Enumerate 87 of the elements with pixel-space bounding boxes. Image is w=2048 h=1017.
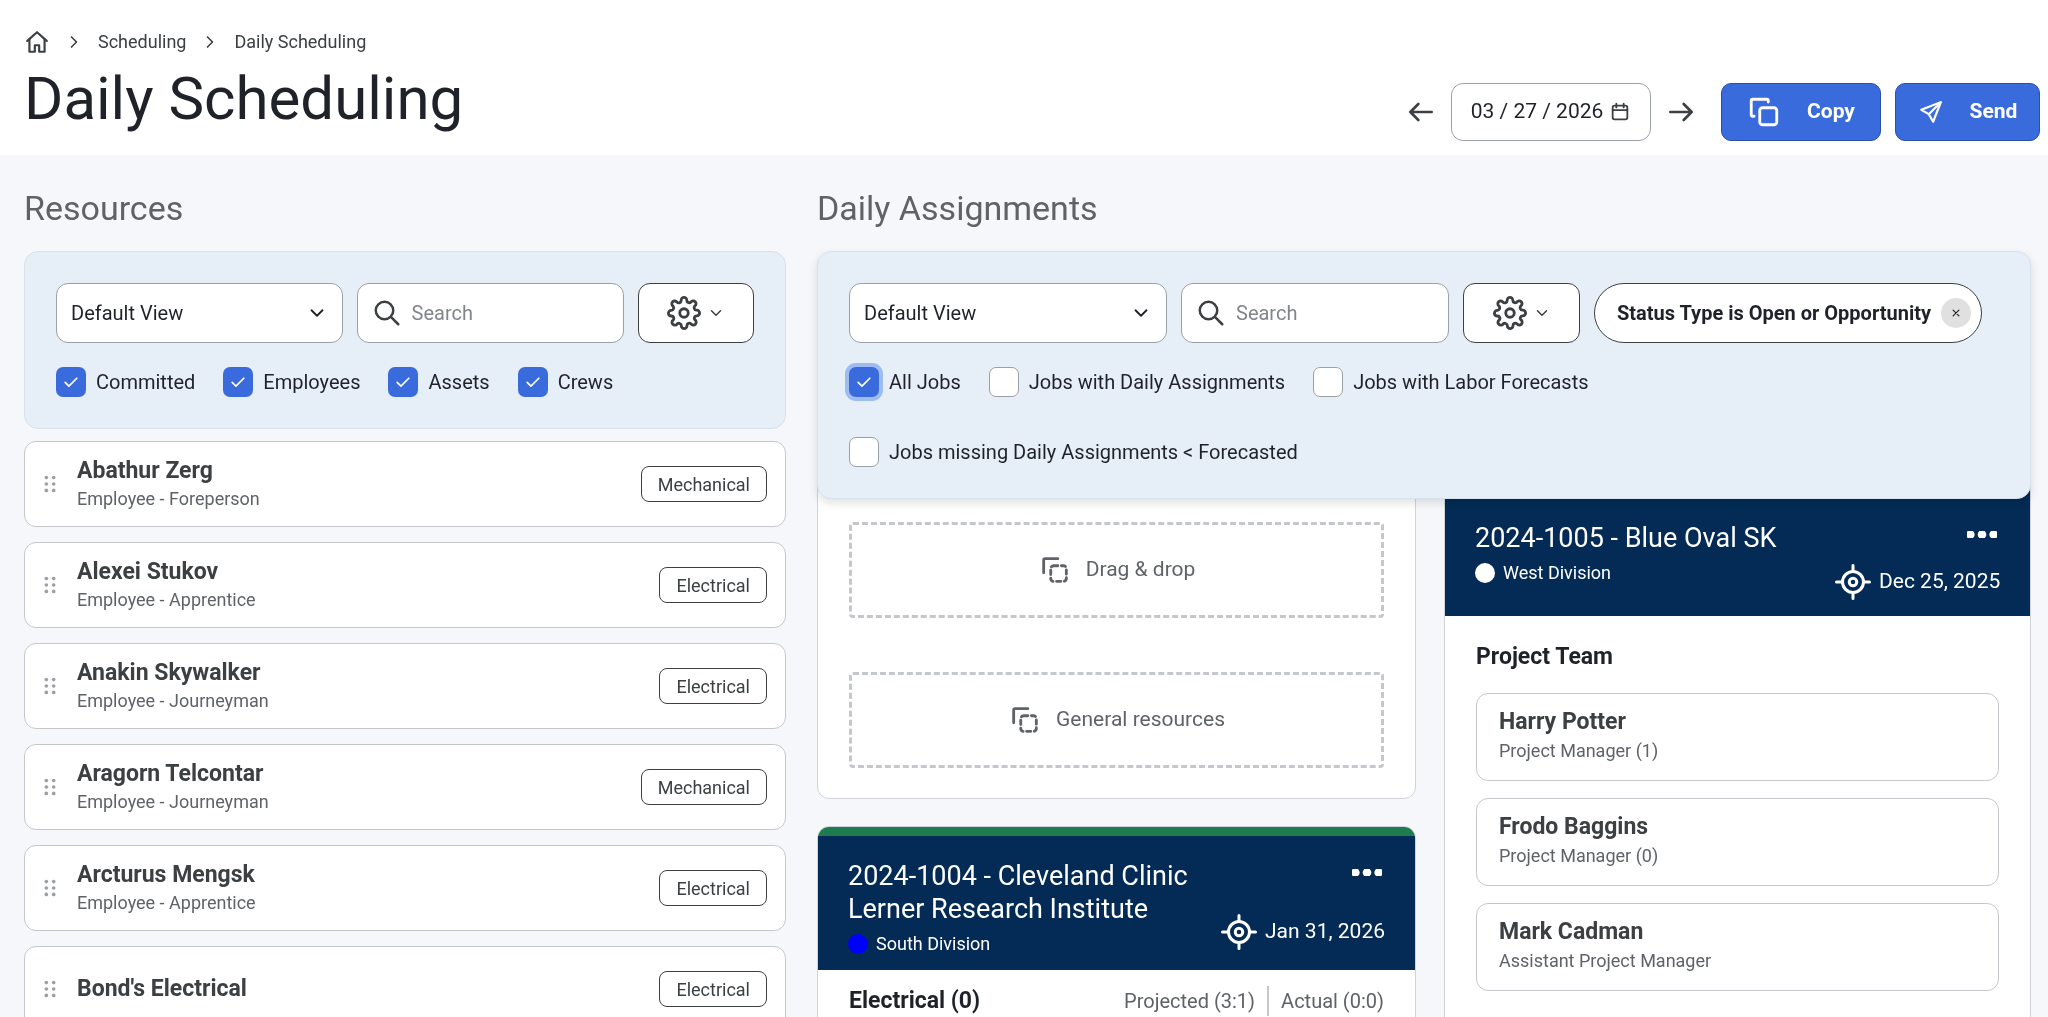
member-name: Mark Cadman [1499,916,1645,947]
home-icon [24,28,50,55]
settings-icon [1492,296,1527,330]
checkbox-label: Crews [557,369,614,396]
projected-count: Projected (3:1) [1124,986,1270,1017]
resource-card[interactable]: Arcturus Mengsk Employee - Apprentice Electrical [24,845,786,931]
checkbox[interactable] [56,367,86,397]
resource-name: Bond's Electrical [77,974,248,1004]
resource-name: Alexei Stukov [77,557,220,587]
more-icon [1352,868,1382,876]
resource-role: Employee - Foreperson [77,487,261,511]
resource-role: Employee - Apprentice [77,588,257,612]
job-title: 2024-1005 - Blue Oval SK [1475,522,1778,555]
section-heading: Resources [24,187,185,230]
resource-card[interactable]: Anakin Skywalker Employee - Journeyman Electrical [24,643,786,729]
checkbox-label: Jobs with Labor Forecasts [1353,369,1589,396]
search-input[interactable]: Search [411,298,609,328]
resource-role: Employee - Journeyman [77,790,270,814]
trade-tag: Electrical [659,567,767,603]
target-icon [1835,564,1871,600]
checkbox[interactable] [1313,367,1344,397]
member-role: Assistant Project Manager [1499,948,1713,973]
member-role: Project Manager (1) [1499,738,1660,763]
settings-button[interactable] [1463,283,1580,343]
resource-card[interactable]: Bond's Electrical Electrical [24,946,786,1017]
checkbox[interactable] [223,367,254,397]
resource-role: Employee - Journeyman [77,689,270,713]
resource-name: Aragorn Telcontar [77,759,265,789]
search-field[interactable]: Search [1181,283,1449,343]
team-member-card[interactable]: Frodo Baggins Project Manager (0) [1476,797,2000,886]
checkbox-label: Assets [428,369,490,396]
trade-tag: Electrical [659,870,767,906]
resource-card[interactable]: Abathur Zerg Employee - Foreperson Mechanical [24,441,786,527]
breadcrumb-link[interactable]: Daily Scheduling [234,28,367,55]
trade-tag: Electrical [659,971,767,1007]
checkbox[interactable] [988,367,1019,397]
section-heading: Daily Assignments [817,187,1099,230]
resource-name: Abathur Zerg [77,456,214,486]
checkbox[interactable] [517,367,548,397]
page-title: Daily Scheduling [24,63,464,135]
resource-name: Arcturus Mengsk [77,860,256,890]
view-select[interactable]: Default View [56,283,343,343]
resource-name: Anakin Skywalker [77,658,262,688]
job-date: Dec 25, 2025 [1879,568,2001,596]
drop-zone[interactable]: General resources [849,672,1384,768]
search-input[interactable]: Search [1236,298,1434,328]
filter-chip[interactable]: Status Type is Open or Opportunity [1594,283,1983,343]
checkbox-label: All Jobs [889,369,961,396]
checkbox-label: Jobs with Daily Assignments [1028,369,1286,396]
more-icon [1967,530,1998,538]
section-title: Electrical (0) [849,986,982,1016]
search-icon [1196,298,1226,328]
team-member-card[interactable]: Mark Cadman Assistant Project Manager [1476,902,2000,991]
settings-button[interactable] [637,283,754,343]
checkbox[interactable] [849,437,879,467]
trade-tag: Mechanical [640,466,767,502]
search-icon [371,298,402,328]
checkbox-label: Employees [263,369,361,396]
settings-icon [666,296,701,330]
checkbox-label: Committed [96,369,196,396]
send-icon [1917,99,1944,125]
date-field[interactable]: 03 / 27 / 2026 [1451,83,1651,141]
resource-card[interactable]: Alexei Stukov Employee - Apprentice Electrical [24,542,786,628]
member-name: Harry Potter [1499,706,1627,737]
job-title: 2024-1004 - Cleveland Clinic Lerner Research Institute [848,860,1189,926]
member-name: Frodo Baggins [1499,811,1650,842]
target-icon [1221,914,1257,950]
job-date: Jan 31, 2026 [1265,918,1385,946]
search-field[interactable]: Search [356,283,624,343]
view-select[interactable]: Default View [849,283,1167,343]
remove-filter-button[interactable] [1941,298,1972,328]
actual-count: Actual (0:0) [1280,988,1384,1016]
drop-zone[interactable]: Drag & drop [849,522,1384,618]
division-label: South Division [876,932,991,956]
division-label: West Division [1503,561,1612,585]
checkbox[interactable] [388,367,419,397]
section-title: Project Team [1476,642,1615,672]
copy-button[interactable]: Copy [1721,83,1881,141]
breadcrumb-link[interactable]: Scheduling [98,28,187,55]
checkbox-label: Jobs missing Daily Assignments < Forecasted [889,439,1298,466]
send-button[interactable]: Send [1895,83,2040,141]
trade-tag: Mechanical [640,769,767,805]
member-role: Project Manager (0) [1499,843,1660,868]
team-member-card[interactable]: Harry Potter Project Manager (1) [1476,692,2000,781]
resource-role: Employee - Apprentice [77,891,257,915]
resource-card[interactable]: Aragorn Telcontar Employee - Journeyman Mechanical [24,744,786,830]
trade-tag: Electrical [659,668,767,704]
